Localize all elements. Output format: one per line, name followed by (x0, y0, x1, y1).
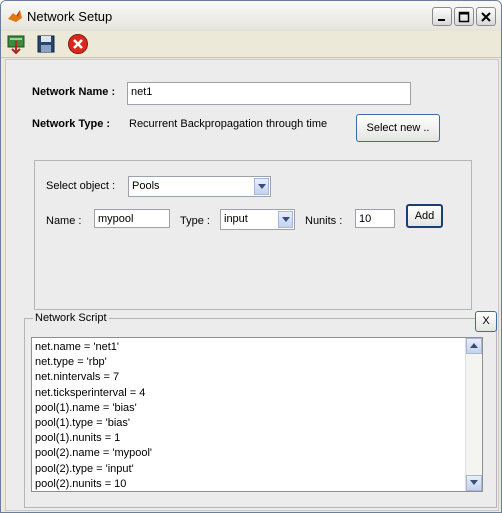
script-line[interactable]: pool(1).type = 'bias' (32, 416, 482, 431)
dropdown-arrow[interactable] (278, 211, 293, 228)
chevron-down-icon (282, 217, 290, 222)
script-line[interactable]: net.type = 'rbp' (32, 355, 482, 370)
nunits-input[interactable]: 10 (355, 209, 395, 228)
script-line[interactable]: pool(2).name = 'mypool' (32, 446, 482, 461)
script-line[interactable]: net.ticksperinterval = 4 (32, 386, 482, 401)
load-tool-button[interactable] (5, 33, 27, 55)
script-listbox[interactable]: net.name = 'net1' net.type = 'rbp' net.n… (31, 337, 483, 492)
script-line[interactable]: pool(2).nunits = 10 (32, 477, 482, 492)
select-new-button[interactable]: Select new .. (356, 114, 440, 142)
chevron-down-icon (470, 480, 478, 485)
matlab-logo-icon (8, 10, 22, 22)
close-window-button[interactable] (476, 7, 496, 26)
script-line[interactable]: net.name = 'net1' (32, 340, 482, 355)
minimize-button[interactable] (432, 7, 452, 26)
save-tool-button[interactable] (35, 33, 57, 55)
scroll-up-button[interactable] (466, 338, 482, 354)
maximize-button[interactable] (454, 7, 474, 26)
close-tool-button[interactable] (67, 33, 89, 55)
scroll-down-button[interactable] (466, 475, 482, 491)
main-content: Network Name : net1 Network Type : Recur… (5, 59, 499, 511)
script-line[interactable]: pool(2).type = 'input' (32, 462, 482, 477)
type-value: input (224, 213, 248, 225)
vertical-scrollbar[interactable] (465, 338, 482, 491)
window-title: Network Setup (27, 9, 113, 24)
pool-name-input[interactable]: mypool (94, 209, 170, 228)
select-object-label: Select object : (46, 180, 116, 192)
script-line[interactable]: net.nintervals = 7 (32, 370, 482, 385)
network-script-group: Network Script X net.name = 'net1' net.t… (24, 311, 497, 508)
network-type-label: Network Type : (32, 118, 111, 130)
type-label: Type : (180, 215, 210, 227)
network-name-label: Network Name : (32, 86, 116, 98)
script-line[interactable]: pool(1).name = 'bias' (32, 401, 482, 416)
network-script-label: Network Script (33, 312, 109, 324)
network-type-value: Recurrent Backpropagation through time (129, 118, 328, 130)
chevron-down-icon (258, 184, 266, 189)
save-icon (37, 35, 55, 53)
select-object-value: Pools (132, 180, 160, 192)
name-label: Name : (46, 215, 82, 227)
title-bar[interactable]: Network Setup (1, 1, 501, 31)
maximize-icon (458, 11, 470, 23)
nunits-label: Nunits : (305, 215, 343, 227)
toolbar (1, 31, 501, 58)
object-panel: Select object : Pools Name : mypool Type… (34, 160, 472, 310)
close-red-icon (68, 34, 88, 54)
minimize-icon (438, 19, 445, 21)
script-line[interactable]: pool(1).nunits = 1 (32, 431, 482, 446)
add-button[interactable]: Add (406, 204, 443, 228)
close-icon (481, 12, 491, 22)
network-name-input[interactable]: net1 (127, 82, 411, 105)
close-script-button[interactable]: X (475, 311, 497, 332)
select-object-dropdown[interactable]: Pools (128, 176, 271, 197)
chevron-up-icon (470, 343, 478, 348)
dropdown-arrow[interactable] (254, 178, 269, 195)
load-network-icon (7, 35, 25, 55)
network-setup-window: Network Setup Network Name: net1 Networ… (0, 0, 502, 513)
type-dropdown[interactable]: input (220, 209, 295, 230)
